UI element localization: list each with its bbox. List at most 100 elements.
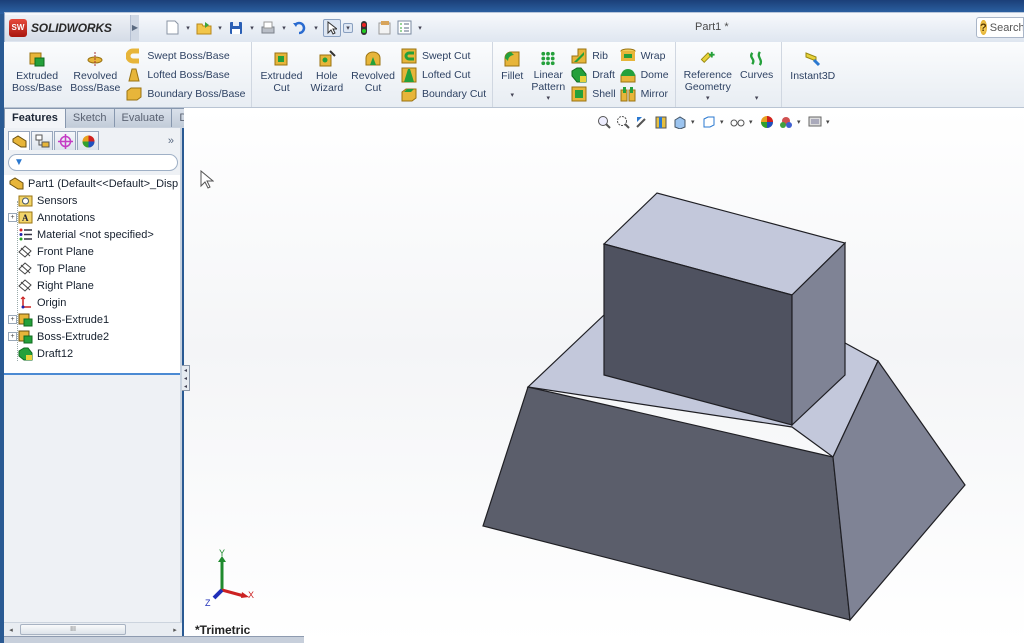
boundary-cut-button[interactable]: Boundary Cut: [401, 84, 486, 103]
display-style-icon[interactable]: [701, 114, 717, 130]
boss-extrude-icon: [18, 330, 33, 344]
revolved-cut-button[interactable]: Revolved Cut: [347, 44, 399, 105]
display-manager-icon: [82, 135, 94, 147]
print-dropdown-arrow[interactable]: ▾: [279, 24, 289, 32]
apply-scene-dropdown[interactable]: ▾: [797, 118, 804, 126]
file-properties-icon[interactable]: [375, 19, 393, 37]
mirror-button[interactable]: Mirror: [620, 84, 669, 103]
scroll-left-arrow[interactable]: ◂: [4, 626, 18, 634]
boundary-boss-base-button[interactable]: Boundary Boss/Base: [126, 84, 245, 103]
new-dropdown-arrow[interactable]: ▾: [183, 24, 193, 32]
tree-item-boss-extrude1[interactable]: + Boss-Extrude1: [8, 311, 180, 328]
options-dropdown-arrow[interactable]: ▾: [415, 24, 425, 32]
options-icon[interactable]: [395, 19, 413, 37]
panel-horizontal-scrollbar[interactable]: ◂ III ▸: [4, 622, 182, 636]
tree-item-top-plane[interactable]: Top Plane: [8, 260, 180, 277]
save-icon[interactable]: [227, 19, 245, 37]
curves-dropdown-arrow[interactable]: ▾: [755, 93, 759, 105]
fillet-button[interactable]: Fillet ▾: [497, 44, 527, 105]
reference-dropdown-arrow[interactable]: ▾: [706, 93, 710, 105]
tab-evaluate[interactable]: Evaluate: [113, 108, 173, 127]
reference-geometry-button[interactable]: Reference Geometry ▾: [680, 44, 736, 105]
view-settings-dropdown[interactable]: ▾: [826, 118, 833, 126]
select-dropdown-arrow[interactable]: ▾: [343, 22, 353, 33]
reference-group: Reference Geometry ▾ Curves ▾: [676, 42, 783, 107]
boss-small-commands: Swept Boss/Base Lofted Boss/Base Boundar…: [124, 44, 247, 105]
expand-toggle[interactable]: +: [8, 315, 17, 324]
select-pointer-icon[interactable]: [323, 18, 341, 37]
wrap-button[interactable]: Wrap: [620, 46, 669, 65]
view-settings-icon[interactable]: [807, 114, 823, 130]
3d-part-model[interactable]: [470, 180, 970, 630]
shell-button[interactable]: Shell: [571, 84, 616, 103]
panel-expand-chevron[interactable]: »: [168, 135, 174, 147]
revolved-boss-base-button[interactable]: Revolved Boss/Base: [66, 44, 124, 105]
cut-group: Extruded Cut Hole Wizard Revolved Cut Sw…: [252, 42, 494, 107]
hole-wizard-button[interactable]: Hole Wizard: [307, 44, 348, 105]
open-folder-icon[interactable]: [195, 19, 213, 37]
linear-pattern-button[interactable]: Linear Pattern ▾: [527, 44, 569, 105]
configuration-manager-tab[interactable]: [54, 131, 76, 150]
tree-item-material[interactable]: Material <not specified>: [8, 226, 180, 243]
display-manager-tab[interactable]: [77, 131, 99, 150]
fillet-dropdown-arrow[interactable]: ▾: [511, 90, 515, 102]
filter-funnel-icon: ▼: [14, 157, 24, 168]
zoom-to-fit-icon[interactable]: [596, 114, 612, 130]
tree-item-front-plane[interactable]: Front Plane: [8, 243, 180, 260]
hole-wizard-icon: [319, 50, 336, 67]
save-dropdown-arrow[interactable]: ▾: [247, 24, 257, 32]
draft-button[interactable]: Draft: [571, 65, 615, 84]
tree-filter-input[interactable]: ▼: [8, 154, 178, 171]
swept-boss-base-button[interactable]: Swept Boss/Base: [126, 46, 245, 65]
open-dropdown-arrow[interactable]: ▾: [215, 24, 225, 32]
previous-view-icon[interactable]: [634, 114, 650, 130]
curves-button[interactable]: Curves ▾: [736, 44, 777, 105]
tab-sketch[interactable]: Sketch: [64, 108, 115, 127]
rib-button[interactable]: Rib: [571, 46, 615, 65]
feature-manager-tab[interactable]: [8, 131, 30, 150]
tab-features[interactable]: Features: [4, 108, 66, 129]
rebuild-traffic-light-icon[interactable]: [355, 19, 373, 37]
hide-show-items-icon[interactable]: [730, 114, 746, 130]
label: Mirror: [640, 87, 668, 100]
tree-item-annotations[interactable]: + A Annotations: [8, 209, 180, 226]
pattern-dropdown-arrow[interactable]: ▾: [547, 93, 551, 105]
dome-button[interactable]: Dome: [620, 65, 669, 84]
tree-item-draft12[interactable]: Draft12: [8, 345, 180, 362]
print-icon[interactable]: [259, 19, 277, 37]
property-manager-tab[interactable]: [31, 131, 53, 150]
scroll-thumb[interactable]: III: [20, 624, 126, 635]
extruded-cut-button[interactable]: Extruded Cut: [256, 44, 306, 105]
wrap-dome-mirror-commands: Wrap Dome Mirror: [618, 44, 671, 105]
menu-expand-arrow[interactable]: ▶: [131, 14, 139, 41]
expand-toggle[interactable]: +: [8, 332, 17, 341]
extruded-boss-base-button[interactable]: Extruded Boss/Base: [8, 44, 66, 105]
search-box[interactable]: ? Search: [976, 17, 1024, 38]
tree-item-boss-extrude2[interactable]: + Boss-Extrude2: [8, 328, 180, 345]
tree-item-right-plane[interactable]: Right Plane: [8, 277, 180, 294]
view-orientation-icon[interactable]: [672, 114, 688, 130]
undo-icon[interactable]: [291, 19, 309, 37]
scroll-right-arrow[interactable]: ▸: [168, 626, 182, 634]
tree-item-origin[interactable]: Origin: [8, 294, 180, 311]
lofted-boss-base-button[interactable]: Lofted Boss/Base: [126, 65, 245, 84]
bottom-tabs-strip[interactable]: [4, 636, 304, 643]
expand-toggle[interactable]: +: [8, 213, 17, 222]
view-orientation-dropdown[interactable]: ▾: [691, 118, 698, 126]
tree-item-label: Sensors: [37, 194, 78, 207]
lofted-cut-button[interactable]: Lofted Cut: [401, 65, 486, 84]
apply-scene-icon[interactable]: [778, 114, 794, 130]
section-view-icon[interactable]: [653, 114, 669, 130]
zoom-to-area-icon[interactable]: [615, 114, 631, 130]
panel-splitter-handle[interactable]: ◂ ◂ ◂: [182, 365, 190, 391]
tree-item-sensors[interactable]: Sensors: [8, 192, 180, 209]
new-document-icon[interactable]: [163, 19, 181, 37]
undo-dropdown-arrow[interactable]: ▾: [311, 24, 321, 32]
solidworks-menu-button[interactable]: SW SOLIDWORKS: [5, 14, 131, 41]
swept-cut-button[interactable]: Swept Cut: [401, 46, 486, 65]
edit-appearance-icon[interactable]: [759, 114, 775, 130]
display-style-dropdown[interactable]: ▾: [720, 118, 727, 126]
tree-root-part[interactable]: Part1 (Default<<Default>_Disp: [8, 175, 180, 192]
instant3d-button[interactable]: Instant3D: [786, 44, 839, 105]
hide-show-dropdown[interactable]: ▾: [749, 118, 756, 126]
